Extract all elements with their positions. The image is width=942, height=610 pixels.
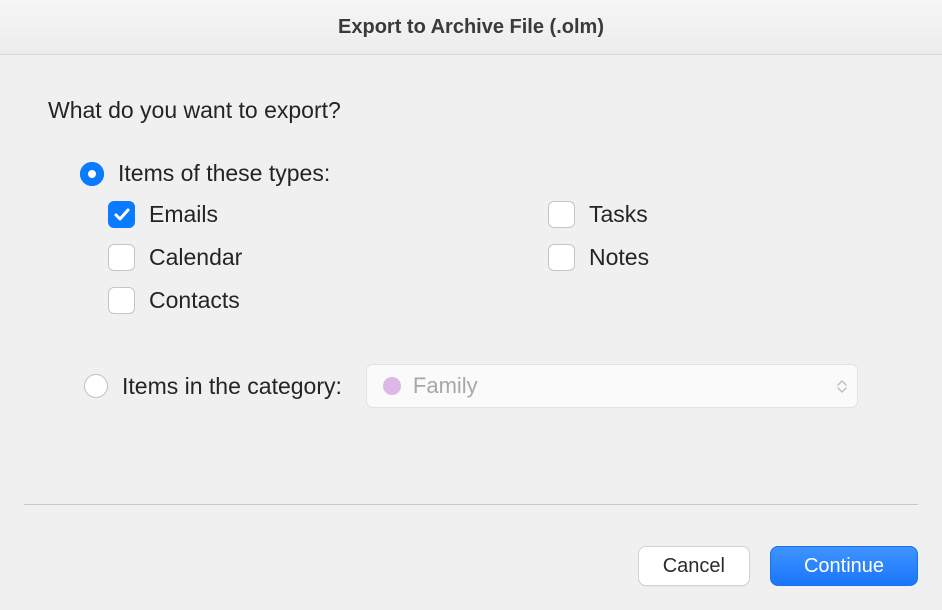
option-category-row[interactable]: Items in the category: Family xyxy=(84,364,894,408)
checkbox-notes[interactable] xyxy=(548,244,575,271)
radio-dot-icon xyxy=(88,170,96,178)
checkbox-contacts-row[interactable]: Contacts xyxy=(108,287,548,314)
radio-items-in-category[interactable] xyxy=(84,374,108,398)
dialog-content: What do you want to export? Items of the… xyxy=(0,55,942,408)
footer-separator xyxy=(24,504,918,505)
checkbox-col-left: Emails Calendar Contacts xyxy=(108,201,548,314)
continue-button[interactable]: Continue xyxy=(770,546,918,586)
checkmark-icon xyxy=(114,208,130,222)
cancel-button[interactable]: Cancel xyxy=(638,546,750,586)
checkbox-notes-label: Notes xyxy=(589,244,649,271)
category-dropdown[interactable]: Family xyxy=(366,364,858,408)
category-color-icon xyxy=(383,377,401,395)
checkbox-col-right: Tasks Notes xyxy=(548,201,649,314)
checkbox-tasks-label: Tasks xyxy=(589,201,648,228)
option-types-row[interactable]: Items of these types: xyxy=(80,160,894,187)
titlebar: Export to Archive File (.olm) xyxy=(0,0,942,55)
radio-items-of-types[interactable] xyxy=(80,162,104,186)
checkbox-tasks[interactable] xyxy=(548,201,575,228)
checkbox-tasks-row[interactable]: Tasks xyxy=(548,201,649,228)
checkbox-emails-label: Emails xyxy=(149,201,218,228)
checkbox-notes-row[interactable]: Notes xyxy=(548,244,649,271)
checkbox-contacts[interactable] xyxy=(108,287,135,314)
checkbox-emails[interactable] xyxy=(108,201,135,228)
chevron-updown-icon xyxy=(837,380,847,393)
checkbox-calendar[interactable] xyxy=(108,244,135,271)
category-dropdown-value: Family xyxy=(413,373,837,399)
dialog-footer: Cancel Continue xyxy=(0,504,942,610)
checkbox-grid: Emails Calendar Contacts Tasks Notes xyxy=(108,201,894,314)
prompt-label: What do you want to export? xyxy=(48,97,894,124)
checkbox-calendar-label: Calendar xyxy=(149,244,242,271)
dialog-title: Export to Archive File (.olm) xyxy=(338,16,604,39)
footer-buttons: Cancel Continue xyxy=(24,546,918,586)
option-category-label: Items in the category: xyxy=(122,373,342,400)
checkbox-contacts-label: Contacts xyxy=(149,287,240,314)
option-types-label: Items of these types: xyxy=(118,160,330,187)
checkbox-emails-row[interactable]: Emails xyxy=(108,201,548,228)
checkbox-calendar-row[interactable]: Calendar xyxy=(108,244,548,271)
